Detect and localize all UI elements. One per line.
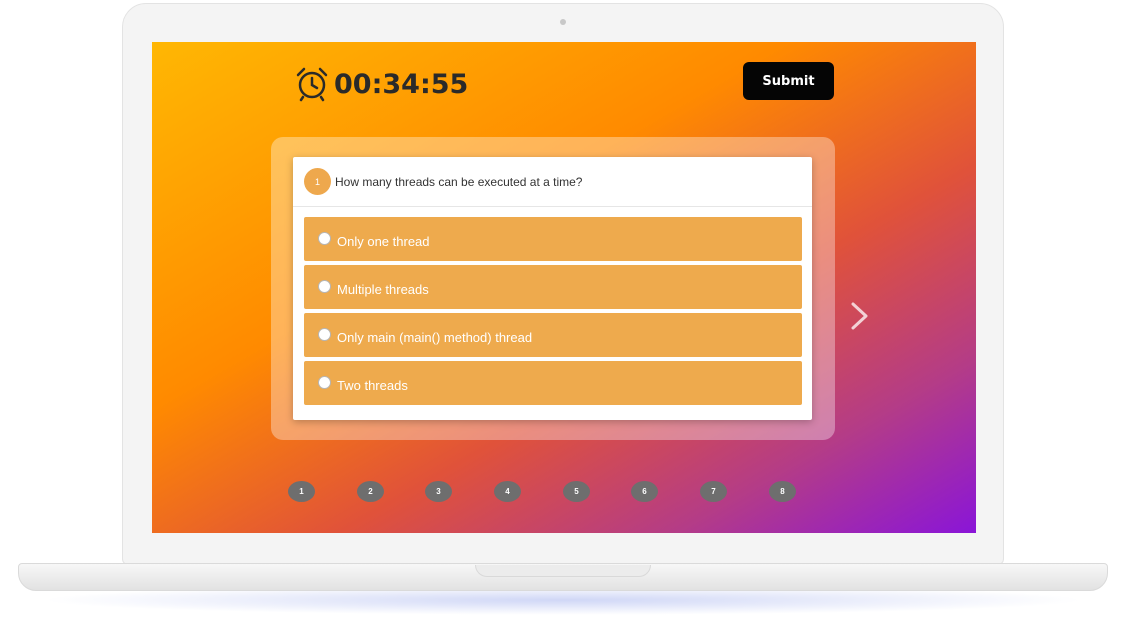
pager-dot-1[interactable]: 1 xyxy=(288,481,315,502)
question-number-badge: 1 xyxy=(304,168,331,195)
pager-dot-5[interactable]: 5 xyxy=(563,481,590,502)
option-label: Only one thread xyxy=(337,234,430,249)
radio-button[interactable] xyxy=(318,328,331,341)
question-header: 1 How many threads can be executed at a … xyxy=(293,157,812,207)
pager-dot-4[interactable]: 4 xyxy=(494,481,521,502)
alarm-clock-icon xyxy=(296,67,328,102)
timer: 00:34:55 xyxy=(294,64,468,104)
pager-dot-6[interactable]: 6 xyxy=(631,481,658,502)
radio-button[interactable] xyxy=(318,280,331,293)
pager-dot-2[interactable]: 2 xyxy=(357,481,384,502)
question-card-frame: 1 How many threads can be executed at a … xyxy=(271,137,835,440)
pager-dot-8[interactable]: 8 xyxy=(769,481,796,502)
camera-dot xyxy=(560,19,566,25)
question-text: How many threads can be executed at a ti… xyxy=(335,174,583,189)
radio-button[interactable] xyxy=(318,232,331,245)
question-pager: 1 2 3 4 5 6 7 8 xyxy=(152,481,976,503)
radio-button[interactable] xyxy=(318,376,331,389)
option-label: Only main (main() method) thread xyxy=(337,330,533,345)
option-2[interactable]: Multiple threads xyxy=(304,265,802,309)
pager-dot-7[interactable]: 7 xyxy=(700,481,727,502)
laptop-notch xyxy=(475,565,651,577)
laptop-mockup: 00:34:55 Submit 1 How many threads can b… xyxy=(0,0,1126,630)
option-1[interactable]: Only one thread xyxy=(304,217,802,261)
next-arrow-icon[interactable] xyxy=(850,301,870,331)
pager-dot-3[interactable]: 3 xyxy=(425,481,452,502)
option-label: Multiple threads xyxy=(337,282,429,297)
timer-value: 00:34:55 xyxy=(334,68,469,100)
option-4[interactable]: Two threads xyxy=(304,361,802,405)
option-3[interactable]: Only main (main() method) thread xyxy=(304,313,802,357)
quiz-screen: 00:34:55 Submit 1 How many threads can b… xyxy=(152,42,976,533)
question-card: 1 How many threads can be executed at a … xyxy=(293,157,812,420)
submit-button[interactable]: Submit xyxy=(743,62,834,100)
option-label: Two threads xyxy=(337,378,408,393)
